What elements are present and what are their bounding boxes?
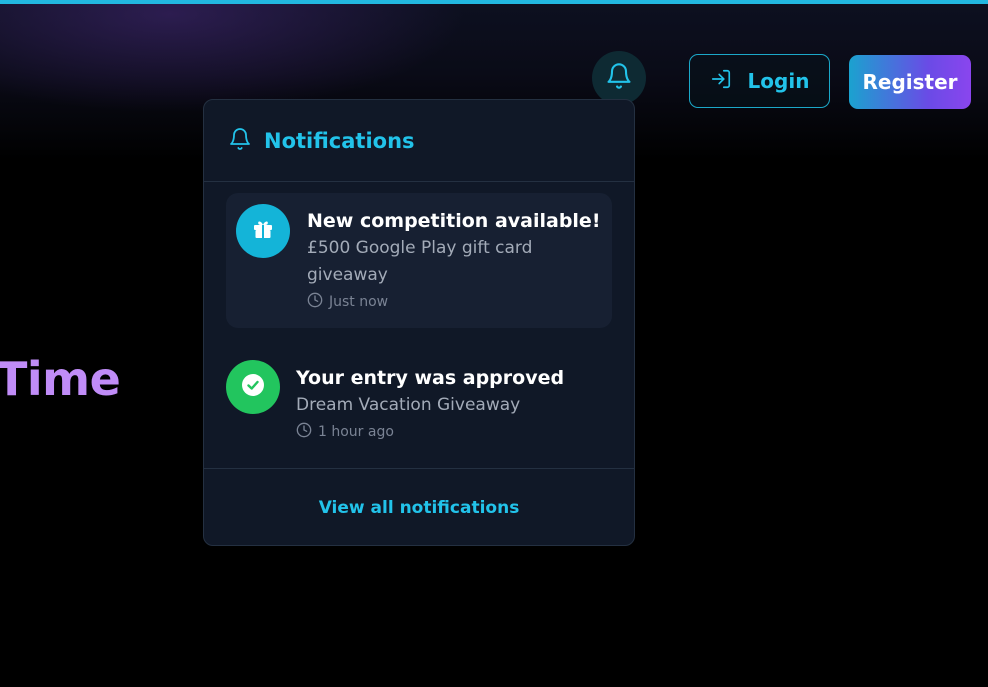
page: Time Login Register Notifications New co…	[0, 0, 988, 687]
login-label: Login	[747, 69, 810, 93]
hero-heading-fragment: Time	[0, 352, 121, 406]
notifications-dropdown: Notifications New competition available!…	[203, 99, 635, 546]
notification-time: 1 hour ago	[296, 422, 596, 442]
gift-icon	[251, 217, 275, 245]
notifications-header: Notifications	[204, 100, 634, 182]
notification-item[interactable]: New competition available! £500 Google P…	[226, 193, 612, 328]
notification-time-label: 1 hour ago	[318, 424, 394, 440]
notification-item[interactable]: Your entry was approved Dream Vacation G…	[226, 358, 612, 458]
notifications-footer: View all notifications	[204, 468, 634, 545]
register-button[interactable]: Register	[849, 55, 971, 109]
notification-body: £500 Google Play gift card giveaway	[307, 238, 533, 285]
register-label: Register	[862, 70, 958, 94]
notification-time: Just now	[307, 292, 597, 312]
notification-avatar	[226, 360, 280, 414]
notification-title: Your entry was approved	[296, 367, 565, 389]
notifications-button[interactable]	[592, 51, 646, 105]
login-button[interactable]: Login	[689, 54, 830, 108]
check-circle-icon	[241, 373, 265, 401]
bell-icon	[605, 61, 633, 95]
notification-title: New competition available!	[307, 210, 601, 232]
notification-content: Your entry was approved Dream Vacation G…	[296, 364, 596, 442]
notification-content: New competition available! £500 Google P…	[307, 207, 601, 312]
bell-icon	[228, 126, 252, 156]
notification-avatar	[236, 204, 290, 258]
view-all-notifications-link[interactable]: View all notifications	[319, 498, 520, 518]
notifications-title: Notifications	[264, 128, 415, 153]
clock-icon	[296, 422, 312, 442]
log-in-icon	[710, 68, 732, 95]
notification-time-label: Just now	[329, 294, 389, 310]
clock-icon	[307, 292, 323, 312]
notification-body: Dream Vacation Giveaway	[296, 395, 521, 415]
